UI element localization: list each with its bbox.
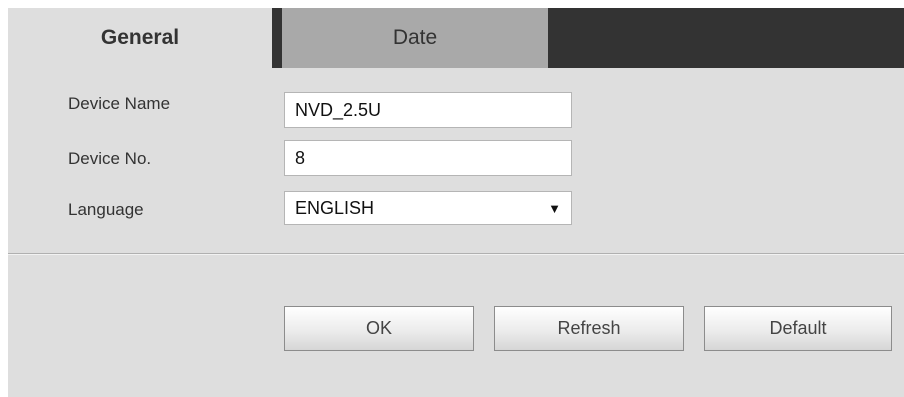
language-select[interactable]: ENGLISH ▼ (284, 191, 572, 225)
tab-date-label: Date (392, 26, 438, 49)
tab-general[interactable]: General (8, 8, 272, 68)
device-no-input[interactable] (284, 140, 572, 176)
tab-date[interactable]: Date (282, 8, 548, 68)
device-no-label: Device No. (68, 149, 152, 168)
device-name-input[interactable] (284, 92, 572, 128)
language-label: Language (68, 200, 144, 219)
section-divider (8, 253, 904, 255)
dropdown-arrow-icon: ▼ (548, 200, 561, 216)
language-select-value: ENGLISH (295, 197, 375, 218)
tab-general-label: General (100, 26, 180, 49)
tab-separator (272, 8, 282, 68)
tab-bar: General Date (8, 8, 904, 68)
ok-button[interactable]: OK (284, 306, 474, 351)
default-button[interactable]: Default (704, 306, 892, 351)
settings-panel: General Date Device Name Device No. Lang… (8, 8, 904, 397)
refresh-button[interactable]: Refresh (494, 306, 684, 351)
device-name-label: Device Name (68, 94, 171, 113)
